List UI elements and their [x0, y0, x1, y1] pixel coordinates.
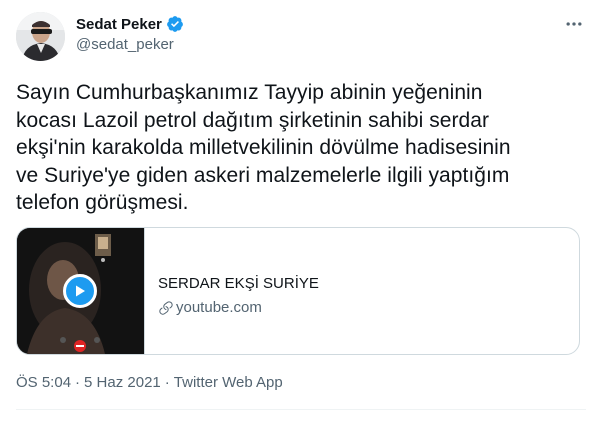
divider — [16, 409, 586, 410]
author-name[interactable]: Sedat Peker — [76, 16, 162, 33]
tweet-date[interactable]: 5 Haz 2021 — [84, 374, 161, 391]
card-info: SERDAR EKŞİ SURİYE youtube.com — [145, 228, 319, 354]
tweet-text: Sayın Cumhurbaşkanımız Tayyip abinin yeğ… — [16, 81, 511, 215]
author-name-row: Sedat Peker — [76, 14, 184, 34]
author-block: Sedat Peker @sedat_peker — [76, 14, 184, 53]
play-icon[interactable] — [63, 274, 97, 308]
avatar[interactable] — [16, 12, 65, 61]
meta-separator: · — [164, 374, 170, 391]
card-domain: youtube.com — [176, 299, 262, 316]
card-domain-row: youtube.com — [158, 298, 319, 318]
verified-badge-icon — [166, 15, 184, 33]
tweet-source[interactable]: Twitter Web App — [174, 374, 283, 391]
tweet-meta: ÖS 5:04 · 5 Haz 2021 · Twitter Web App — [16, 374, 283, 391]
more-options-icon[interactable] — [562, 14, 586, 34]
video-thumbnail[interactable] — [17, 228, 145, 354]
card-title: SERDAR EKŞİ SURİYE — [158, 275, 319, 292]
link-icon — [159, 301, 173, 315]
tweet: Sedat Peker @sedat_peker Sayın Cumhurbaş… — [0, 0, 602, 423]
author-handle[interactable]: @sedat_peker — [76, 36, 184, 53]
link-card[interactable]: SERDAR EKŞİ SURİYE youtube.com — [16, 227, 580, 355]
tweet-time[interactable]: ÖS 5:04 — [16, 374, 71, 391]
avatar-photo — [16, 12, 65, 61]
meta-separator: · — [75, 374, 81, 391]
